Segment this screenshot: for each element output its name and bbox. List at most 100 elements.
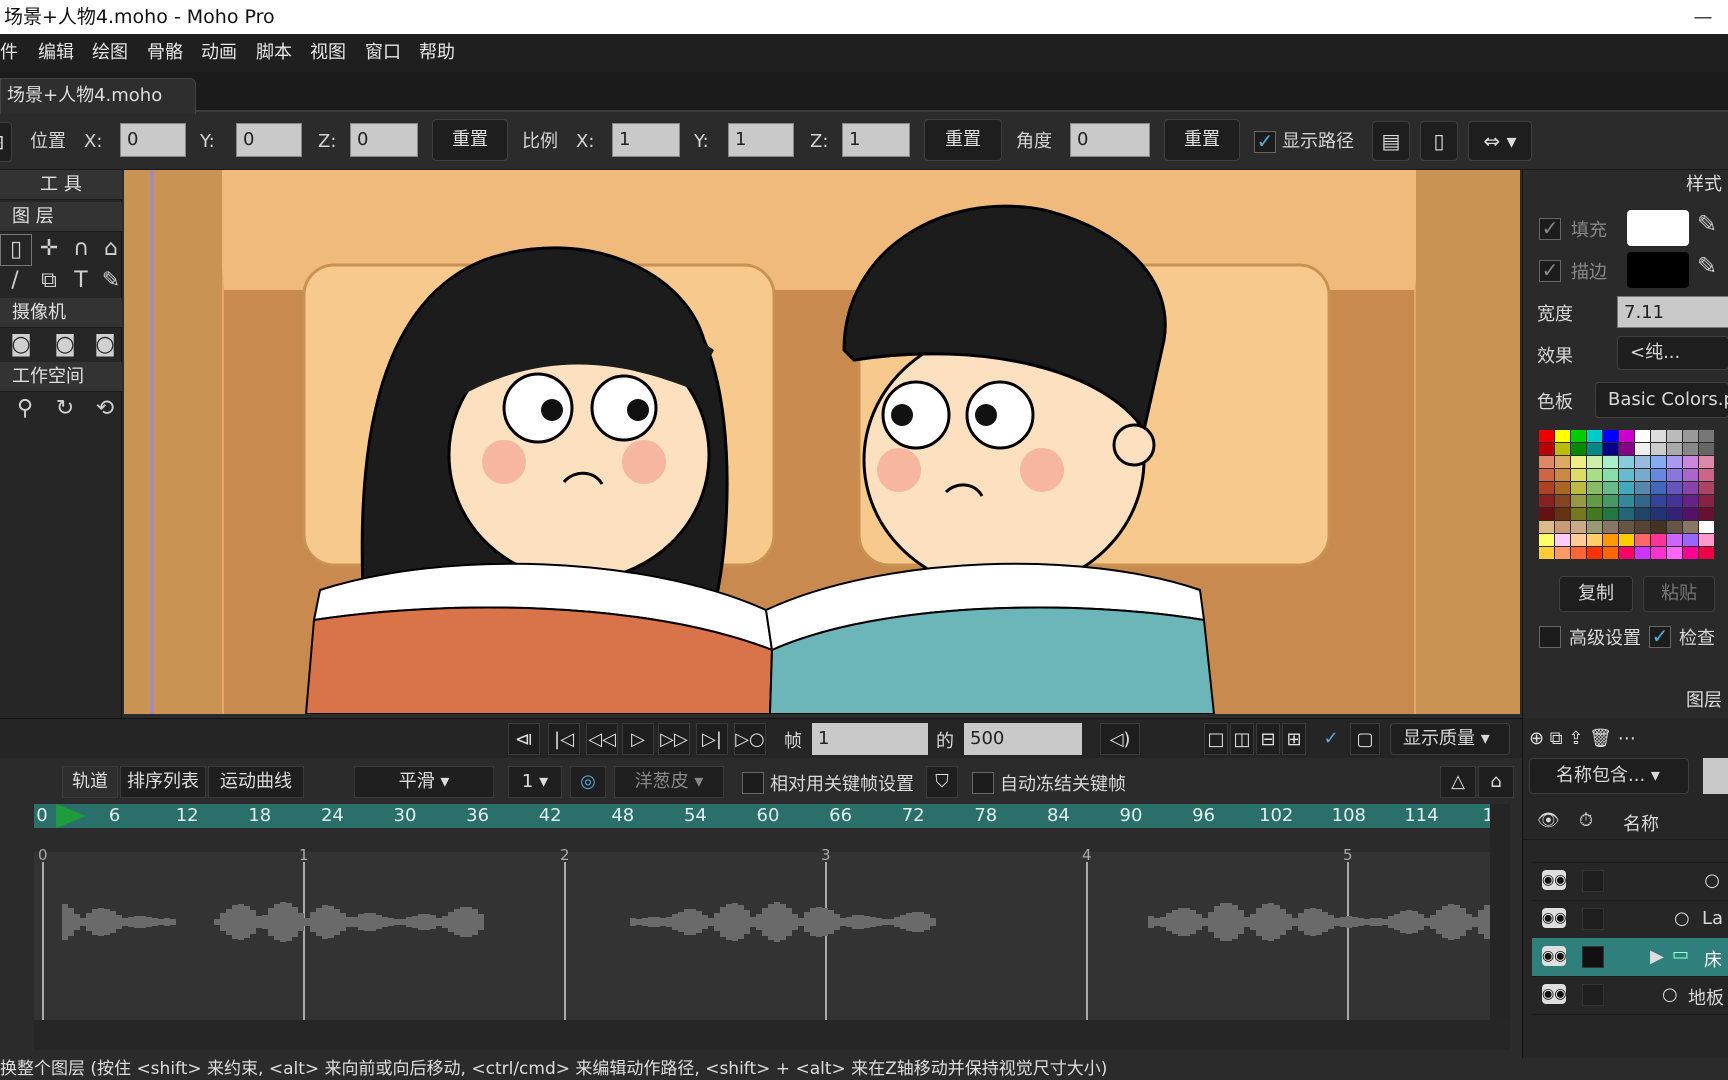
- align-icon[interactable]: ▤: [1372, 121, 1410, 161]
- color-swatch[interactable]: [1555, 430, 1570, 442]
- color-swatch[interactable]: [1683, 521, 1698, 533]
- reset-position-button[interactable]: 重置: [432, 119, 508, 161]
- scale-y-field[interactable]: 1: [728, 123, 794, 157]
- shear-icon[interactable]: ⌂: [96, 234, 126, 264]
- color-swatch[interactable]: [1555, 508, 1570, 520]
- color-swatch[interactable]: [1539, 547, 1554, 559]
- audio-track[interactable]: 0 1 2 3 4 5: [34, 846, 1490, 1020]
- advanced-checkbox[interactable]: [1539, 626, 1561, 648]
- color-swatch[interactable]: [1651, 508, 1666, 520]
- color-swatch[interactable]: [1587, 534, 1602, 546]
- frame-ruler[interactable]: 0 6 12 18 24 30 36 42 48 54 60 66 72 78 84 90 96 102 108 11…: [34, 804, 1505, 828]
- color-swatch[interactable]: [1587, 521, 1602, 533]
- color-swatch[interactable]: [1587, 482, 1602, 494]
- color-swatch[interactable]: [1587, 508, 1602, 520]
- transform-options-icon[interactable]: ⇔ ▾: [1468, 121, 1532, 161]
- color-swatch[interactable]: [1555, 547, 1570, 559]
- eye-icon[interactable]: ◉◉: [1542, 908, 1566, 928]
- color-swatch[interactable]: [1571, 534, 1586, 546]
- color-swatch[interactable]: [1555, 469, 1570, 481]
- color-swatch[interactable]: [1651, 521, 1666, 533]
- color-swatch[interactable]: [1699, 508, 1714, 520]
- color-swatch[interactable]: [1635, 495, 1650, 507]
- layer-row-selected[interactable]: ◉◉ ▶ ▭ 床: [1532, 938, 1728, 977]
- onion-skin-dropdown[interactable]: 洋葱皮 ▾: [614, 766, 724, 798]
- color-swatch[interactable]: [1635, 508, 1650, 520]
- color-swatch[interactable]: [1651, 443, 1666, 455]
- shield-icon[interactable]: ⛉: [926, 766, 958, 798]
- step-back-icon[interactable]: ◁◁: [586, 723, 618, 755]
- palette-dropdown[interactable]: Basic Colors.p: [1595, 382, 1728, 418]
- color-swatch[interactable]: [1667, 495, 1682, 507]
- reset-scale-button[interactable]: 重置: [924, 119, 1002, 161]
- color-swatch[interactable]: [1539, 482, 1554, 494]
- color-swatch[interactable]: [1555, 482, 1570, 494]
- color-swatch[interactable]: [1555, 534, 1570, 546]
- layer-row[interactable]: ◉◉ ○ La: [1532, 900, 1728, 939]
- color-swatch[interactable]: [1571, 495, 1586, 507]
- color-swatch[interactable]: [1667, 534, 1682, 546]
- stroke-color-swatch[interactable]: [1627, 252, 1689, 288]
- orbit-icon[interactable]: ⟲: [90, 394, 120, 424]
- color-swatch[interactable]: [1683, 456, 1698, 468]
- color-swatch[interactable]: [1635, 482, 1650, 494]
- color-swatch[interactable]: [1683, 547, 1698, 559]
- next-key-icon[interactable]: ▷|: [696, 723, 728, 755]
- timeline-vertical-scrollbar[interactable]: [1490, 804, 1510, 1020]
- color-swatch[interactable]: [1683, 430, 1698, 442]
- step-dropdown[interactable]: 1 ▾: [508, 766, 562, 798]
- color-swatch[interactable]: [1635, 443, 1650, 455]
- color-swatch[interactable]: [1619, 469, 1634, 481]
- tab-sequencer[interactable]: 排序列表: [120, 766, 206, 798]
- position-y-field[interactable]: 0: [236, 123, 302, 157]
- color-swatch[interactable]: [1667, 430, 1682, 442]
- interpolation-dropdown[interactable]: 平滑 ▾: [354, 766, 494, 798]
- color-swatch[interactable]: [1539, 443, 1554, 455]
- color-swatch[interactable]: [1699, 495, 1714, 507]
- menu-help[interactable]: 帮助: [419, 34, 455, 72]
- effect-dropdown[interactable]: <纯...: [1617, 336, 1728, 370]
- canvas-viewport[interactable]: [124, 170, 1520, 714]
- color-swatch[interactable]: [1603, 430, 1618, 442]
- color-swatch[interactable]: [1635, 547, 1650, 559]
- camera-track-icon[interactable]: ◙: [6, 330, 36, 360]
- text-icon[interactable]: T: [66, 266, 96, 296]
- document-tab[interactable]: 场景+人物4.moho: [0, 78, 196, 114]
- menu-edit[interactable]: 编辑: [38, 34, 74, 72]
- layer-lock-box[interactable]: [1582, 908, 1604, 930]
- brush-icon[interactable]: /: [0, 266, 30, 296]
- color-swatch[interactable]: [1683, 534, 1698, 546]
- auto-freeze-checkbox[interactable]: [972, 772, 994, 794]
- color-swatch[interactable]: [1699, 469, 1714, 481]
- camera-zoom-icon[interactable]: ◙: [50, 330, 80, 360]
- expand-arrow-icon[interactable]: ▶: [1650, 946, 1664, 967]
- scale-x-field[interactable]: 1: [612, 123, 680, 157]
- color-swatch[interactable]: [1571, 443, 1586, 455]
- relative-keys-checkbox[interactable]: [742, 772, 764, 794]
- color-swatch[interactable]: [1619, 495, 1634, 507]
- prev-key-icon[interactable]: |◁: [548, 723, 580, 755]
- color-swatch[interactable]: [1635, 456, 1650, 468]
- single-view-icon[interactable]: □: [1204, 723, 1228, 755]
- layer-search-input[interactable]: [1703, 758, 1728, 794]
- split-horizontal-icon[interactable]: ⊟: [1256, 723, 1280, 755]
- layer-row[interactable]: ◉◉ ○ 地板: [1532, 976, 1728, 1015]
- color-swatch[interactable]: [1571, 521, 1586, 533]
- color-swatch[interactable]: [1651, 547, 1666, 559]
- flip-icon[interactable]: ▯: [1420, 121, 1458, 161]
- tab-channels[interactable]: 轨道: [62, 766, 118, 798]
- color-swatch[interactable]: [1651, 456, 1666, 468]
- color-swatch[interactable]: [1619, 547, 1634, 559]
- eye-icon[interactable]: ◉◉: [1542, 870, 1566, 890]
- stroke-eyedropper-icon[interactable]: ✎: [1697, 252, 1717, 280]
- color-swatch[interactable]: [1667, 508, 1682, 520]
- color-swatch[interactable]: [1699, 521, 1714, 533]
- color-swatch[interactable]: [1683, 469, 1698, 481]
- color-swatch-grid[interactable]: [1539, 430, 1728, 564]
- tab-motion-graph[interactable]: 运动曲线: [208, 766, 304, 798]
- color-swatch[interactable]: [1571, 456, 1586, 468]
- minimize-button[interactable]: —: [1688, 0, 1718, 34]
- width-field[interactable]: 7.11: [1617, 296, 1728, 328]
- color-swatch[interactable]: [1571, 430, 1586, 442]
- color-swatch[interactable]: [1635, 521, 1650, 533]
